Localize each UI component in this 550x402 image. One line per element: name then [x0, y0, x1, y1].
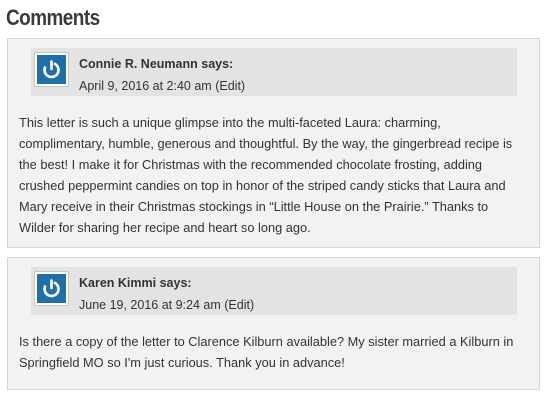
author-name: Karen Kimmi [79, 276, 157, 290]
comment-text: Is there a copy of the letter to Clarenc… [19, 334, 514, 370]
comment-meta: April 9, 2016 at 2:40 am (Edit) [79, 79, 245, 93]
comment-header: Connie R. Neumann says: April 9, 2016 at… [31, 48, 517, 96]
comment-author: Connie R. Neumann says: [79, 57, 233, 71]
comments-heading: Comments [6, 5, 100, 30]
comment-text: This letter is such a unique glimpse int… [19, 115, 513, 235]
edit-link[interactable]: (Edit) [224, 298, 254, 312]
comment-card: Connie R. Neumann says: April 9, 2016 at… [7, 38, 540, 248]
author-name: Connie R. Neumann [79, 57, 198, 71]
avatar[interactable] [35, 272, 68, 305]
comment-meta: June 19, 2016 at 9:24 am (Edit) [79, 298, 254, 312]
comment-card: Karen Kimmi says: June 19, 2016 at 9:24 … [7, 257, 540, 390]
author-says: says: [201, 57, 234, 71]
author-says: says: [159, 276, 192, 290]
comment-date-link[interactable]: April 9, 2016 at 2:40 am [79, 79, 212, 93]
comment-author: Karen Kimmi says: [79, 276, 192, 290]
edit-link[interactable]: (Edit) [215, 79, 245, 93]
comments-section: Comments Connie R. Neumann says: April 9… [0, 0, 550, 402]
comment-header: Karen Kimmi says: June 19, 2016 at 9:24 … [31, 267, 517, 315]
comment-date-link[interactable]: June 19, 2016 at 9:24 am [79, 298, 221, 312]
avatar[interactable] [35, 53, 68, 86]
power-icon [43, 279, 60, 298]
power-icon [43, 60, 60, 79]
